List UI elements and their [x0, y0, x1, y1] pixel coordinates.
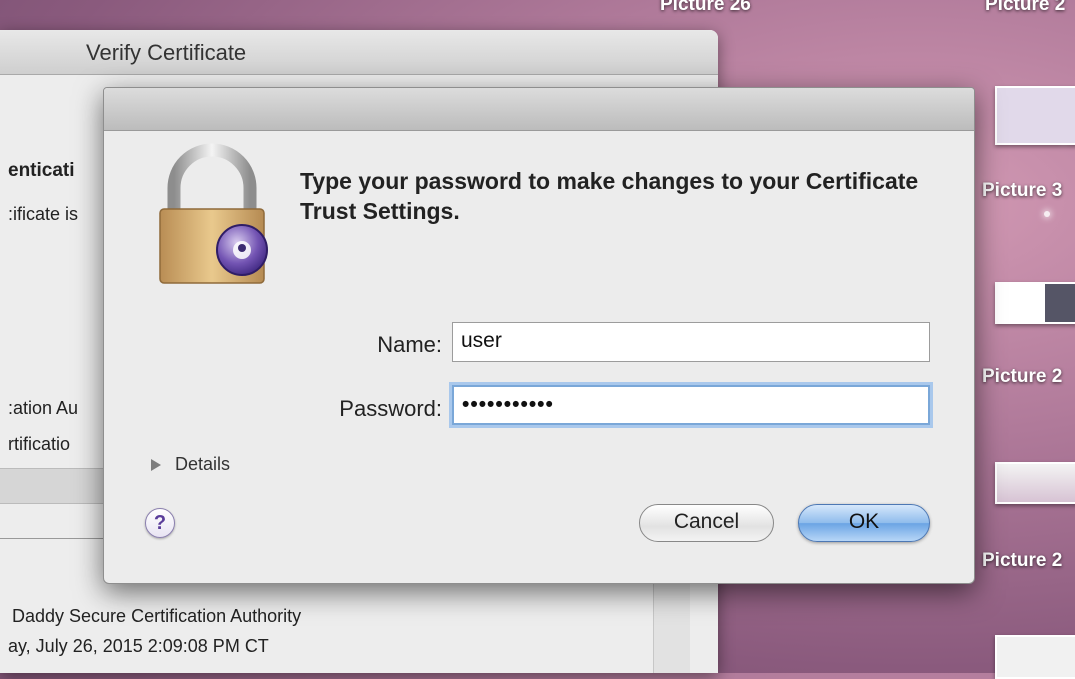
padlock-icon [159, 143, 268, 284]
desktop-label-2[interactable]: Picture 2 [982, 366, 1062, 388]
cancel-button[interactable]: Cancel [639, 504, 774, 542]
disclosure-triangle-icon [151, 458, 161, 471]
expiry-date-text: ay, July 26, 2015 2:09:08 PM CT [8, 636, 269, 656]
desktop-file-thumbnail[interactable] [995, 86, 1075, 145]
issuer-text: Daddy Secure Certification Authority [12, 606, 302, 626]
certificate-status-text: :ificate is [8, 204, 79, 224]
certificate-chain-item[interactable]: :ation Au [8, 398, 78, 419]
name-label: Name: [377, 332, 442, 357]
desktop-label-1[interactable]: Picture 3 [982, 180, 1062, 202]
certificate-heading: enticati [8, 160, 75, 181]
details-disclosure[interactable]: Details [151, 454, 230, 475]
help-button[interactable]: ? [145, 508, 175, 538]
desktop-label-top-2[interactable]: Picture 2 [985, 0, 1065, 16]
name-field[interactable]: user [452, 322, 930, 362]
desktop-file-thumbnail[interactable] [995, 635, 1075, 679]
authentication-dialog: Type your password to make changes to yo… [103, 87, 975, 584]
desktop-file-thumbnail[interactable] [995, 282, 1075, 324]
window-titlebar[interactable]: Verify Certificate [0, 30, 718, 75]
certificate-chain-item[interactable]: rtificatio [8, 434, 70, 455]
desktop-label-3[interactable]: Picture 2 [982, 550, 1062, 572]
desktop-file-thumbnail[interactable] [995, 462, 1075, 504]
password-field[interactable]: ••••••••••• [452, 385, 930, 425]
dialog-message: Type your password to make changes to yo… [300, 168, 919, 224]
ok-button[interactable]: OK [798, 504, 930, 542]
dialog-titlebar[interactable] [104, 88, 974, 131]
sparkle [1044, 211, 1050, 217]
desktop-label-top-1[interactable]: Picture 26 [660, 0, 751, 16]
password-label: Password: [339, 396, 442, 421]
window-title: Verify Certificate [86, 40, 247, 65]
details-label: Details [175, 454, 231, 474]
